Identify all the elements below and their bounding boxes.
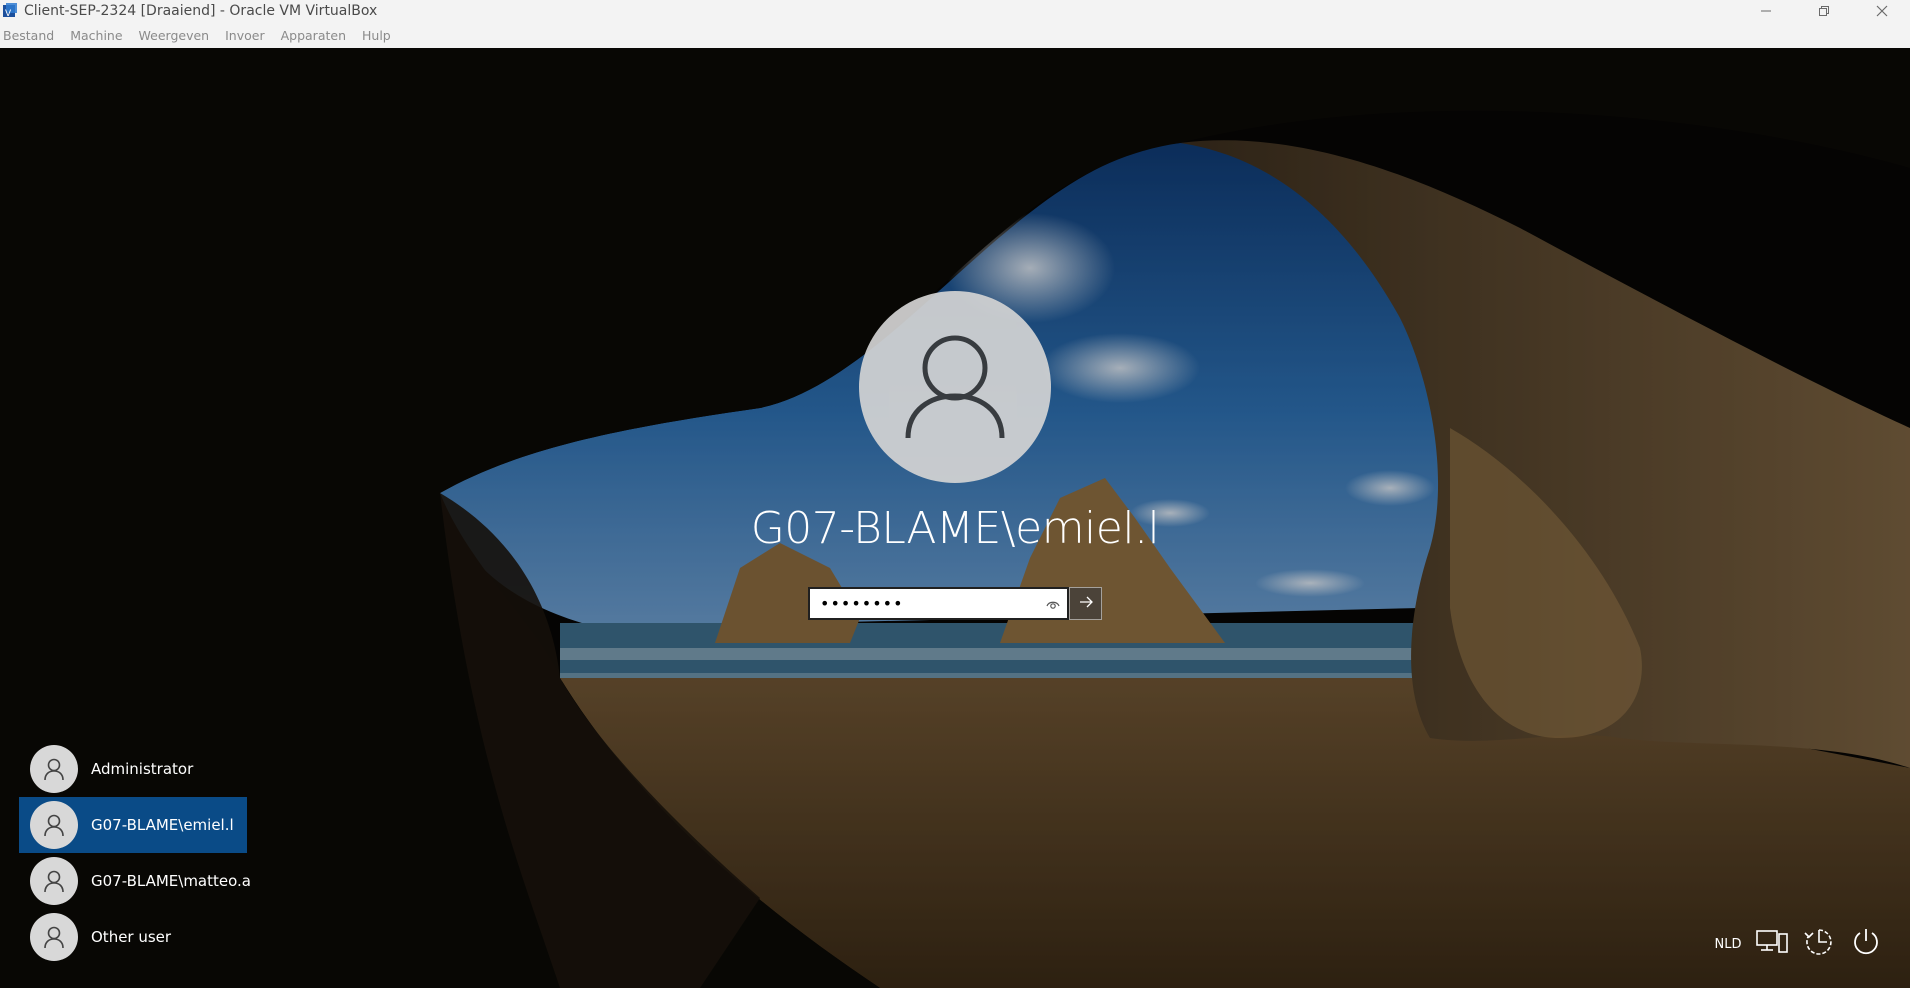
virtualbox-icon: V — [2, 3, 18, 19]
user-icon — [30, 913, 78, 961]
user-list: Administrator G07-BLAME\emiel.l G07-BLAM… — [19, 741, 251, 965]
window-title: Client-SEP-2324 [Draaiend] - Oracle VM V… — [24, 3, 378, 19]
submit-button[interactable] — [1069, 587, 1102, 620]
user-icon — [900, 330, 1010, 444]
network-icon — [1756, 928, 1788, 960]
restore-icon — [1818, 2, 1830, 21]
accessibility-icon — [1803, 927, 1835, 961]
accessibility-button[interactable] — [1799, 924, 1839, 964]
arrow-right-icon — [1078, 594, 1094, 614]
menu-bar: Bestand Machine Weergeven Invoer Apparat… — [0, 22, 1910, 49]
restore-button[interactable] — [1802, 0, 1846, 22]
password-field[interactable] — [808, 587, 1069, 620]
login-username: G07-BLAME\emiel.l — [750, 503, 1160, 554]
eye-icon[interactable] — [1045, 596, 1061, 612]
menu-machine[interactable]: Machine — [62, 28, 130, 43]
user-item-administrator[interactable]: Administrator — [19, 741, 247, 797]
user-item-label: Other user — [91, 928, 172, 946]
user-icon — [30, 857, 78, 905]
user-item-label: G07-BLAME\emiel.l — [91, 816, 234, 834]
vm-screen[interactable]: G07-BLAME\emiel.l Administrator — [0, 48, 1910, 988]
minimize-icon — [1760, 2, 1772, 21]
user-icon — [30, 801, 78, 849]
menu-invoer[interactable]: Invoer — [217, 28, 272, 43]
menu-hulp[interactable]: Hulp — [354, 28, 399, 43]
menu-apparaten[interactable]: Apparaten — [273, 28, 354, 43]
user-icon — [30, 745, 78, 793]
minimize-button[interactable] — [1744, 0, 1788, 22]
menu-bestand[interactable]: Bestand — [0, 28, 62, 43]
power-button[interactable] — [1846, 924, 1886, 964]
password-input[interactable] — [818, 593, 1042, 614]
user-item-label: Administrator — [91, 760, 194, 778]
user-item-matteo[interactable]: G07-BLAME\matteo.a — [19, 853, 251, 909]
svg-text:V: V — [5, 9, 12, 19]
title-bar: V Client-SEP-2324 [Draaiend] - Oracle VM… — [0, 0, 1910, 22]
power-icon — [1851, 927, 1881, 961]
close-button[interactable] — [1860, 0, 1904, 22]
user-item-label: G07-BLAME\matteo.a — [91, 872, 251, 890]
network-button[interactable] — [1752, 924, 1792, 964]
user-item-other[interactable]: Other user — [19, 909, 247, 965]
close-icon — [1876, 2, 1888, 21]
user-item-emiel[interactable]: G07-BLAME\emiel.l — [19, 797, 247, 853]
user-avatar — [859, 291, 1051, 483]
menu-weergeven[interactable]: Weergeven — [131, 28, 218, 43]
language-indicator[interactable]: NLD — [1708, 924, 1748, 964]
